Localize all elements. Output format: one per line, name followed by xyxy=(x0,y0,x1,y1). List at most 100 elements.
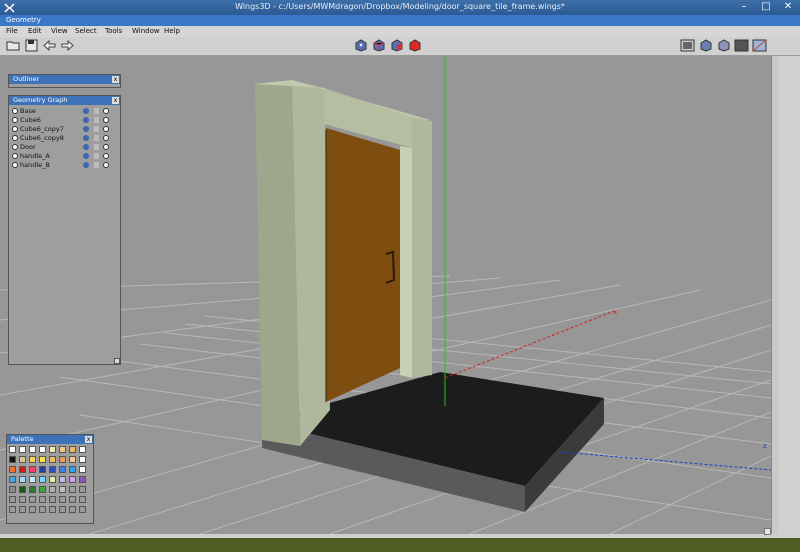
perspective-icon[interactable] xyxy=(752,39,767,52)
palette-swatch[interactable] xyxy=(39,506,46,513)
palette-swatch[interactable] xyxy=(79,446,86,453)
palette-swatch[interactable] xyxy=(79,506,86,513)
visibility-eye-icon[interactable] xyxy=(83,162,89,168)
object-select-icon[interactable] xyxy=(12,108,18,114)
palette-swatch[interactable] xyxy=(59,506,66,513)
palette-swatch[interactable] xyxy=(69,466,76,473)
lock-icon[interactable] xyxy=(94,162,99,168)
palette-swatch[interactable] xyxy=(19,486,26,493)
palette-swatch[interactable] xyxy=(29,486,36,493)
visibility-eye-icon[interactable] xyxy=(83,135,89,141)
workmode-icon[interactable] xyxy=(698,39,713,52)
outliner-header[interactable]: Outliner x xyxy=(9,75,120,84)
palette-swatch[interactable] xyxy=(49,446,56,453)
vertex-mode-icon[interactable] xyxy=(353,39,368,52)
visibility-eye-icon[interactable] xyxy=(83,126,89,132)
palette-swatch[interactable] xyxy=(19,506,26,513)
palette-swatch[interactable] xyxy=(69,476,76,483)
visibility-eye-icon[interactable] xyxy=(83,108,89,114)
palette-swatch[interactable] xyxy=(79,466,86,473)
lock-icon[interactable] xyxy=(94,117,99,123)
palette-swatch[interactable] xyxy=(79,476,86,483)
palette-swatch[interactable] xyxy=(49,506,56,513)
object-row[interactable]: Cube6 xyxy=(11,116,118,125)
object-row[interactable]: Cube6_copy7 xyxy=(11,125,118,134)
palette-swatch[interactable] xyxy=(79,456,86,463)
palette-swatch[interactable] xyxy=(19,466,26,473)
redo-arrow-icon[interactable] xyxy=(60,39,75,52)
palette-swatch[interactable] xyxy=(69,506,76,513)
palette-swatch[interactable] xyxy=(59,496,66,503)
palette-swatch[interactable] xyxy=(59,466,66,473)
maximize-button[interactable]: □ xyxy=(760,1,772,13)
palette-swatch[interactable] xyxy=(79,486,86,493)
object-select-icon[interactable] xyxy=(12,144,18,150)
object-row[interactable]: Cube6_copy8 xyxy=(11,134,118,143)
palette-close-button[interactable]: x xyxy=(85,436,92,443)
palette-swatch[interactable] xyxy=(59,446,66,453)
palette-swatch[interactable] xyxy=(59,486,66,493)
edge-mode-icon[interactable] xyxy=(371,39,386,52)
object-select-icon[interactable] xyxy=(12,153,18,159)
palette-swatch[interactable] xyxy=(39,446,46,453)
palette-swatch[interactable] xyxy=(29,466,36,473)
face-mode-icon[interactable] xyxy=(389,39,404,52)
visibility-eye-icon[interactable] xyxy=(83,117,89,123)
palette-swatch[interactable] xyxy=(59,476,66,483)
menu-edit[interactable]: Edit xyxy=(28,27,42,35)
palette-swatch[interactable] xyxy=(29,496,36,503)
object-select-icon[interactable] xyxy=(12,117,18,123)
menu-select[interactable]: Select xyxy=(75,27,97,35)
wireframe-toggle-icon[interactable] xyxy=(103,135,109,141)
object-select-icon[interactable] xyxy=(12,162,18,168)
geometry-graph-header[interactable]: Geometry Graph x xyxy=(9,96,120,105)
palette-swatch[interactable] xyxy=(19,496,26,503)
object-select-icon[interactable] xyxy=(12,135,18,141)
lock-icon[interactable] xyxy=(94,126,99,132)
wireframe-toggle-icon[interactable] xyxy=(103,108,109,114)
palette-swatch[interactable] xyxy=(9,506,16,513)
palette-swatch[interactable] xyxy=(49,476,56,483)
wireframe-toggle-icon[interactable] xyxy=(103,117,109,123)
palette-swatch[interactable] xyxy=(19,456,26,463)
palette-swatch[interactable] xyxy=(19,446,26,453)
visibility-eye-icon[interactable] xyxy=(83,153,89,159)
wireframe-icon[interactable] xyxy=(716,39,731,52)
ground-plane-icon[interactable] xyxy=(734,39,749,52)
palette-swatch[interactable] xyxy=(29,476,36,483)
palette-swatch[interactable] xyxy=(59,456,66,463)
wireframe-toggle-icon[interactable] xyxy=(103,144,109,150)
outliner-close-button[interactable]: x xyxy=(112,76,119,83)
palette-swatch[interactable] xyxy=(9,476,16,483)
undo-arrow-icon[interactable] xyxy=(42,39,57,52)
palette-swatch[interactable] xyxy=(69,486,76,493)
palette-swatch[interactable] xyxy=(49,496,56,503)
palette-swatch[interactable] xyxy=(79,496,86,503)
palette-swatch[interactable] xyxy=(49,456,56,463)
save-disk-icon[interactable] xyxy=(24,39,39,52)
geometry-graph-close-button[interactable]: x xyxy=(112,97,119,104)
palette-swatch[interactable] xyxy=(29,446,36,453)
resize-grip-icon[interactable] xyxy=(764,528,771,535)
lock-icon[interactable] xyxy=(94,153,99,159)
outliner-panel[interactable]: Outliner x xyxy=(8,74,121,88)
object-row[interactable]: handle_B xyxy=(11,161,118,170)
palette-swatch[interactable] xyxy=(9,496,16,503)
menu-file[interactable]: File xyxy=(6,27,18,35)
menu-help[interactable]: Help xyxy=(164,27,180,35)
object-row[interactable]: Door xyxy=(11,143,118,152)
menu-window[interactable]: Window xyxy=(132,27,160,35)
palette-swatch[interactable] xyxy=(49,466,56,473)
palette-swatch[interactable] xyxy=(9,466,16,473)
lock-icon[interactable] xyxy=(94,108,99,114)
palette-swatch[interactable] xyxy=(69,496,76,503)
palette-swatch[interactable] xyxy=(39,476,46,483)
wireframe-toggle-icon[interactable] xyxy=(103,153,109,159)
lock-icon[interactable] xyxy=(94,135,99,141)
wireframe-toggle-icon[interactable] xyxy=(103,162,109,168)
palette-swatch[interactable] xyxy=(39,486,46,493)
palette-swatch[interactable] xyxy=(69,446,76,453)
wireframe-toggle-icon[interactable] xyxy=(103,126,109,132)
palette-header[interactable]: Palette x xyxy=(7,435,93,444)
menu-view[interactable]: View xyxy=(51,27,68,35)
